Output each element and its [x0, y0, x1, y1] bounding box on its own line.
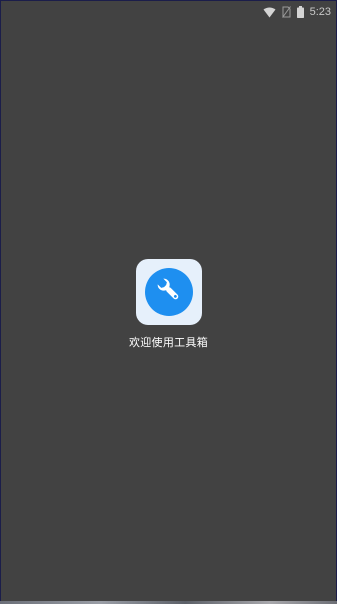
welcome-text: 欢迎使用工具箱 [128, 336, 209, 349]
battery-icon [296, 6, 304, 18]
app-screen: 5:23 欢迎使用工具箱 [1, 1, 336, 601]
status-time: 5:23 [309, 6, 331, 18]
wrench-icon [154, 275, 184, 309]
wifi-icon [263, 7, 276, 18]
no-sim-icon [281, 6, 291, 18]
status-icons: 5:23 [263, 5, 331, 19]
app-logo-circle [144, 268, 193, 316]
status-bar: 5:23 [1, 1, 336, 23]
splash-content: 欢迎使用工具箱 [1, 259, 336, 350]
app-logo-tile [135, 259, 202, 325]
